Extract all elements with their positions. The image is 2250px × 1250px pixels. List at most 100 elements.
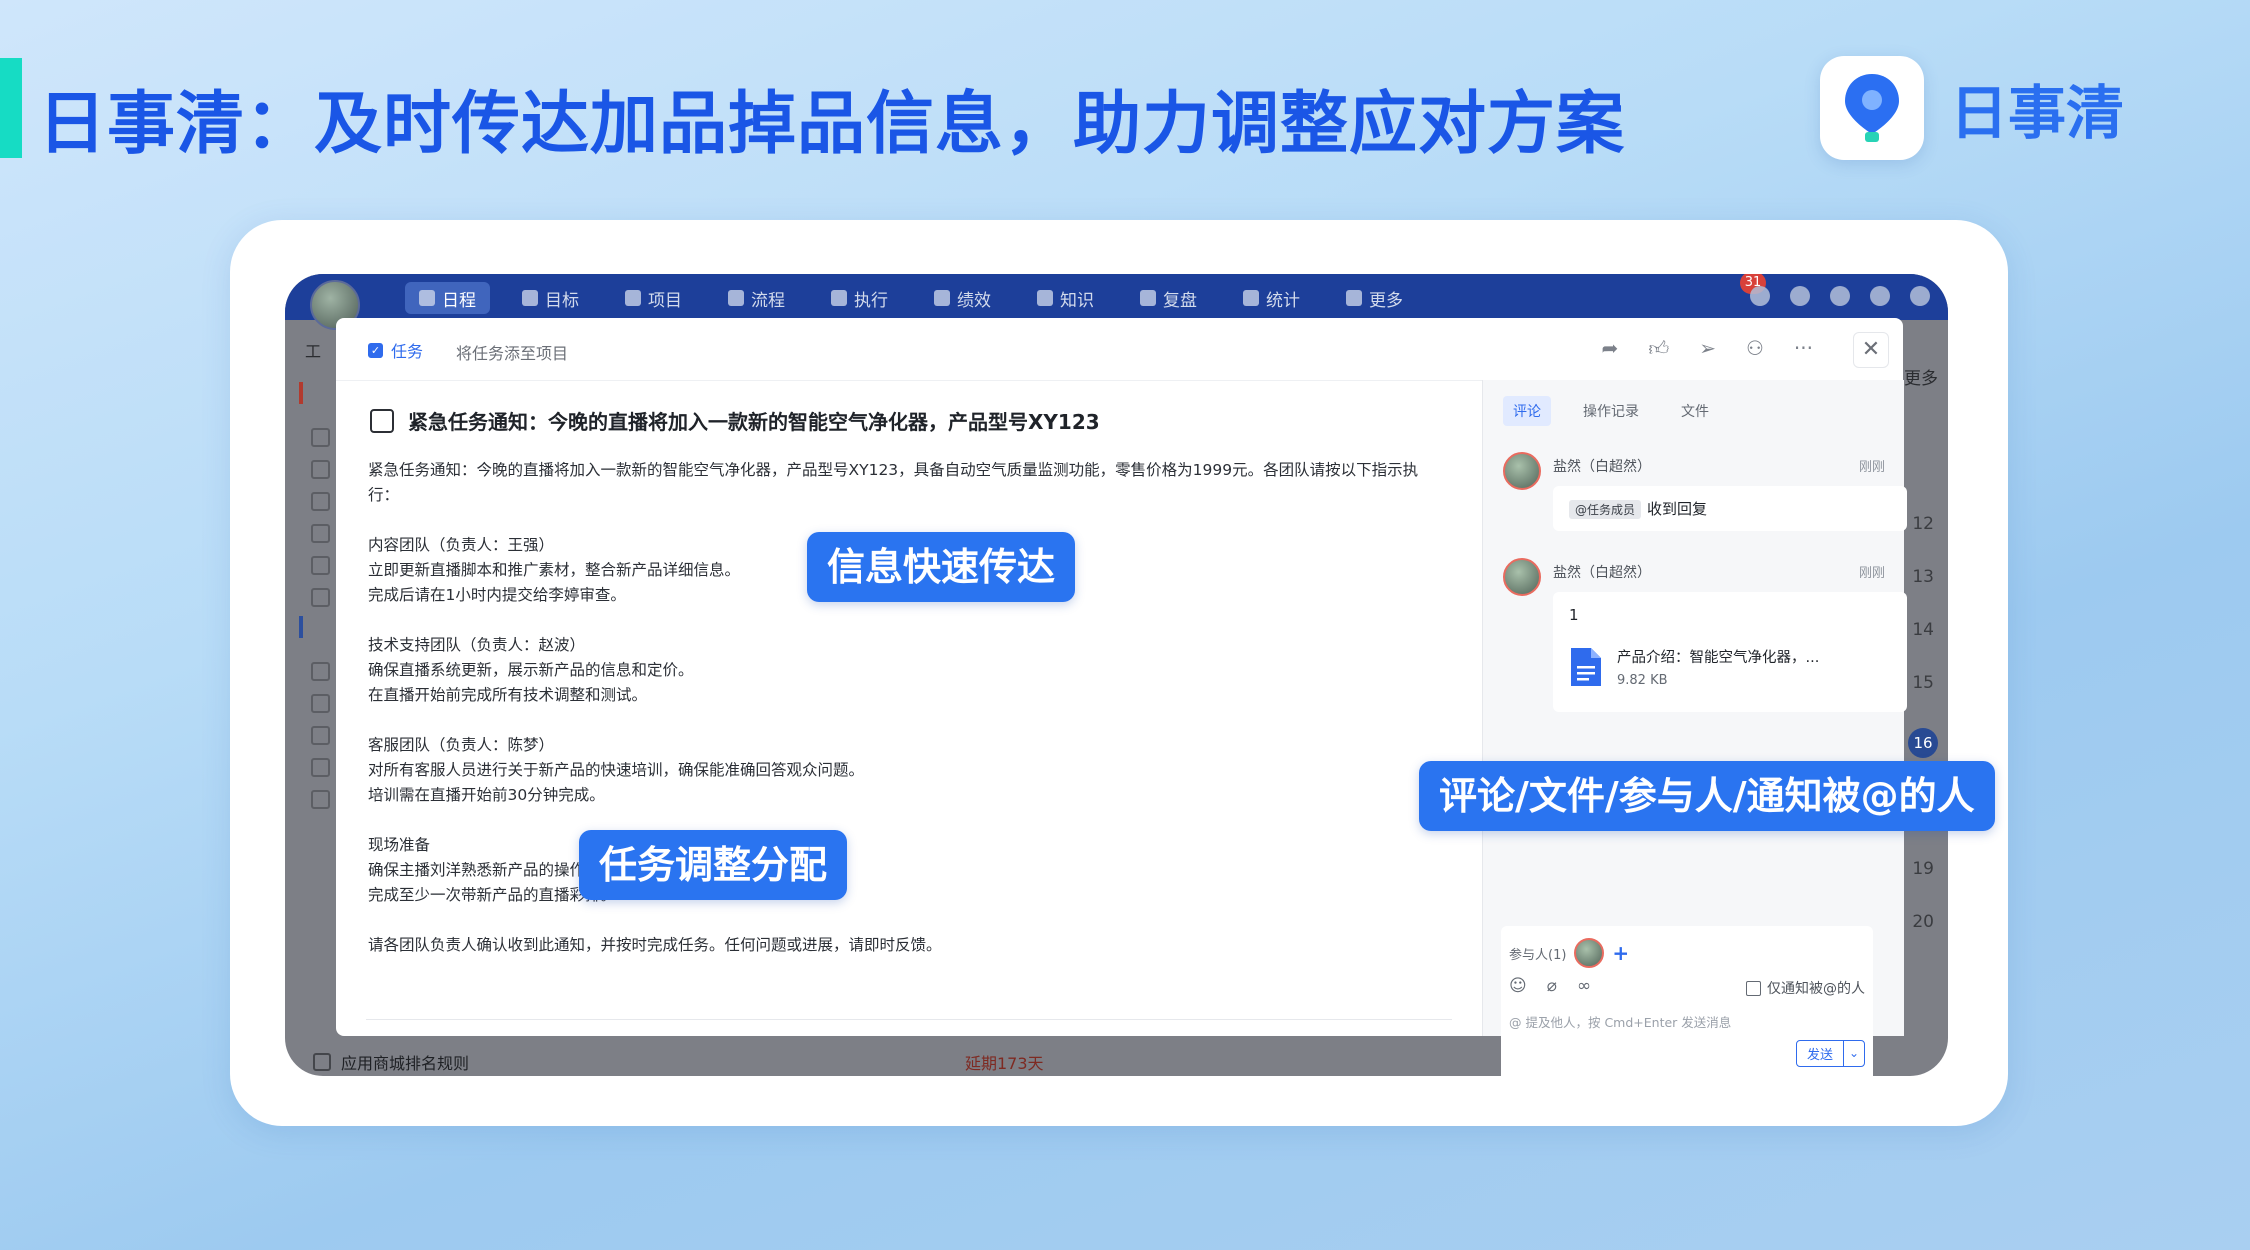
task-checkbox[interactable] — [311, 428, 330, 447]
close-button[interactable]: ✕ — [1853, 332, 1889, 368]
task-checkbox[interactable] — [311, 524, 330, 543]
performance-icon — [934, 290, 950, 306]
task-content-pane: 紧急任务通知：今晚的直播将加入一款新的智能空气净化器，产品型号XY123 紧急任… — [336, 380, 1482, 1036]
brand-name: 日事清 — [1950, 79, 2125, 147]
tab-activity-log[interactable]: 操作记录 — [1573, 396, 1649, 426]
gear-icon[interactable] — [1870, 286, 1890, 306]
comment-time: 刚刚 — [1858, 566, 1885, 581]
day-number: 20 — [1912, 912, 1934, 932]
task-checkbox[interactable] — [311, 790, 330, 809]
download-icon[interactable] — [1830, 286, 1850, 306]
background-task-row[interactable]: 应用商城排名规则 — [313, 1050, 469, 1074]
nav-item-performance[interactable]: 绩效 — [920, 282, 1005, 314]
file-name: 产品介绍：智能空气净化器，... — [1617, 650, 1820, 666]
task-checkbox[interactable] — [311, 726, 330, 745]
task-checkbox[interactable] — [311, 694, 330, 713]
link-icon[interactable]: ∞ — [1577, 976, 1591, 996]
comment-author: 盐然（白超然） — [1553, 459, 1651, 475]
tab-files[interactable]: 文件 — [1671, 396, 1719, 426]
avatar[interactable] — [1574, 938, 1605, 968]
comment-time: 刚刚 — [1858, 460, 1885, 475]
book-icon — [1037, 290, 1053, 306]
comment-author: 盐然（白超然） — [1553, 565, 1651, 581]
overdue-label: 延期173天 — [965, 1054, 1044, 1073]
nav-item-more[interactable]: 更多 — [1332, 282, 1417, 314]
grid-icon — [831, 290, 847, 306]
task-checkbox[interactable] — [311, 662, 330, 681]
modal-actions: ➦ 👍︎ ➢ ⚇ ··· — [1602, 336, 1813, 361]
task-complete-checkbox[interactable] — [370, 408, 394, 433]
brand-logo — [1820, 56, 1924, 160]
search-icon[interactable] — [1790, 286, 1810, 306]
chevron-down-icon[interactable]: ⌄ — [1843, 1041, 1864, 1066]
notify-mentioned-toggle[interactable]: 仅通知被@的人 — [1746, 978, 1865, 998]
nav-item-review[interactable]: 复盘 — [1126, 282, 1211, 314]
callout-info-delivery: 信息快速传达 — [807, 532, 1076, 602]
nav-item-knowledge[interactable]: 知识 — [1023, 282, 1108, 314]
top-icons — [1750, 286, 1930, 306]
review-icon — [1140, 290, 1156, 306]
share-icon[interactable]: ➦ — [1602, 336, 1619, 361]
nav-item-schedule[interactable]: 日程 — [405, 282, 490, 314]
comment-text: 1 — [1569, 606, 1579, 624]
mention-tag[interactable]: @任务成员 — [1569, 500, 1642, 519]
day-number: 14 — [1912, 620, 1934, 640]
apps-icon — [1346, 290, 1362, 306]
more-icon[interactable]: ··· — [1794, 336, 1813, 361]
comment-bubble: 1 产品介绍：智能空气净化器，... 9.82 KB — [1553, 592, 1907, 712]
pie-chart-icon — [1243, 290, 1259, 306]
help-icon[interactable] — [1910, 286, 1930, 306]
brand: 日事清 — [1820, 56, 2124, 160]
background-label: 工 — [305, 342, 322, 361]
task-detail-modal: ✓ 任务 将任务添至项目 ➦ 👍︎ ➢ ⚇ ··· ✕ 紧急任务通知：今晚的直播… — [336, 318, 1907, 1086]
task-checkbox[interactable] — [311, 556, 330, 575]
page-title: 日事清：及时传达加品掉品信息，助力调整应对方案 — [38, 85, 1626, 164]
send-button[interactable]: 发送 — [1797, 1041, 1843, 1066]
day-number: 13 — [1912, 567, 1934, 587]
callout-comments-features: 评论/文件/参与人/通知被@的人 — [1419, 761, 1995, 831]
title-accent-bar — [0, 58, 22, 158]
background-more[interactable]: 更多 — [1904, 364, 1938, 389]
task-title-row: 紧急任务通知：今晚的直播将加入一款新的智能空气净化器，产品型号XY123 — [370, 406, 1100, 435]
today-marker: 16 — [1908, 728, 1938, 758]
task-checkbox[interactable] — [311, 460, 330, 479]
user-icon[interactable]: ⚇ — [1746, 336, 1764, 361]
comment-pane: 评论 操作记录 文件 盐然（白超然） 刚刚 @任务成员 收到回复 盐然（白超然） … — [1482, 380, 1907, 1086]
comment-item: 盐然（白超然） 刚刚 @任务成员 收到回复 — [1503, 452, 1907, 542]
task-checkbox[interactable] — [311, 492, 330, 511]
nav-item-projects[interactable]: 项目 — [611, 282, 696, 314]
task-checkbox[interactable] — [313, 1053, 331, 1071]
emoji-icon[interactable]: ☺ — [1509, 976, 1527, 996]
nav-item-workflow[interactable]: 流程 — [714, 282, 799, 314]
task-type-tag[interactable]: ✓ 任务 — [368, 338, 423, 362]
task-title[interactable]: 紧急任务通知：今晚的直播将加入一款新的智能空气净化器，产品型号XY123 — [408, 406, 1100, 435]
location-pin-icon — [1845, 74, 1899, 142]
priority-marker-blue — [299, 616, 303, 638]
day-number: 15 — [1912, 673, 1934, 693]
add-to-project-link[interactable]: 将任务添至项目 — [456, 340, 568, 364]
nav-item-execution[interactable]: 执行 — [817, 282, 902, 314]
bell-icon[interactable] — [1750, 286, 1770, 306]
file-size: 9.82 KB — [1617, 673, 1668, 688]
target-icon — [522, 290, 538, 306]
send-icon[interactable]: ➢ — [1699, 336, 1716, 361]
document-icon — [1571, 648, 1601, 686]
thumbs-up-icon[interactable]: 👍︎ — [1648, 336, 1669, 361]
task-checkbox[interactable] — [311, 758, 330, 777]
task-checkbox[interactable] — [311, 588, 330, 607]
send-control: 发送 ⌄ — [1795, 1040, 1865, 1067]
comment-input[interactable]: @ 提及他人，按 Cmd+Enter 发送消息 — [1509, 1012, 1731, 1031]
add-participant-icon[interactable]: + — [1612, 941, 1629, 965]
tab-comments[interactable]: 评论 — [1503, 396, 1551, 426]
day-number: 19 — [1912, 859, 1934, 879]
comment-composer: 参与人(1) + ☺ ⌀ ∞ 仅通知被@的人 @ 提及他人，按 Cmd+Ente… — [1501, 926, 1873, 1086]
attachment-icon[interactable]: ⌀ — [1547, 976, 1557, 996]
checkbox-icon: ✓ — [368, 342, 383, 358]
nav-item-statistics[interactable]: 统计 — [1229, 282, 1314, 314]
nav-item-goals[interactable]: 目标 — [508, 282, 593, 314]
comment-bubble: @任务成员 收到回复 — [1553, 486, 1907, 531]
notify-checkbox[interactable] — [1746, 980, 1761, 996]
callout-task-assignment: 任务调整分配 — [579, 830, 848, 900]
comment-tabs: 评论 操作记录 文件 — [1503, 396, 1719, 426]
file-attachment[interactable]: 产品介绍：智能空气净化器，... 9.82 KB — [1569, 646, 1891, 688]
